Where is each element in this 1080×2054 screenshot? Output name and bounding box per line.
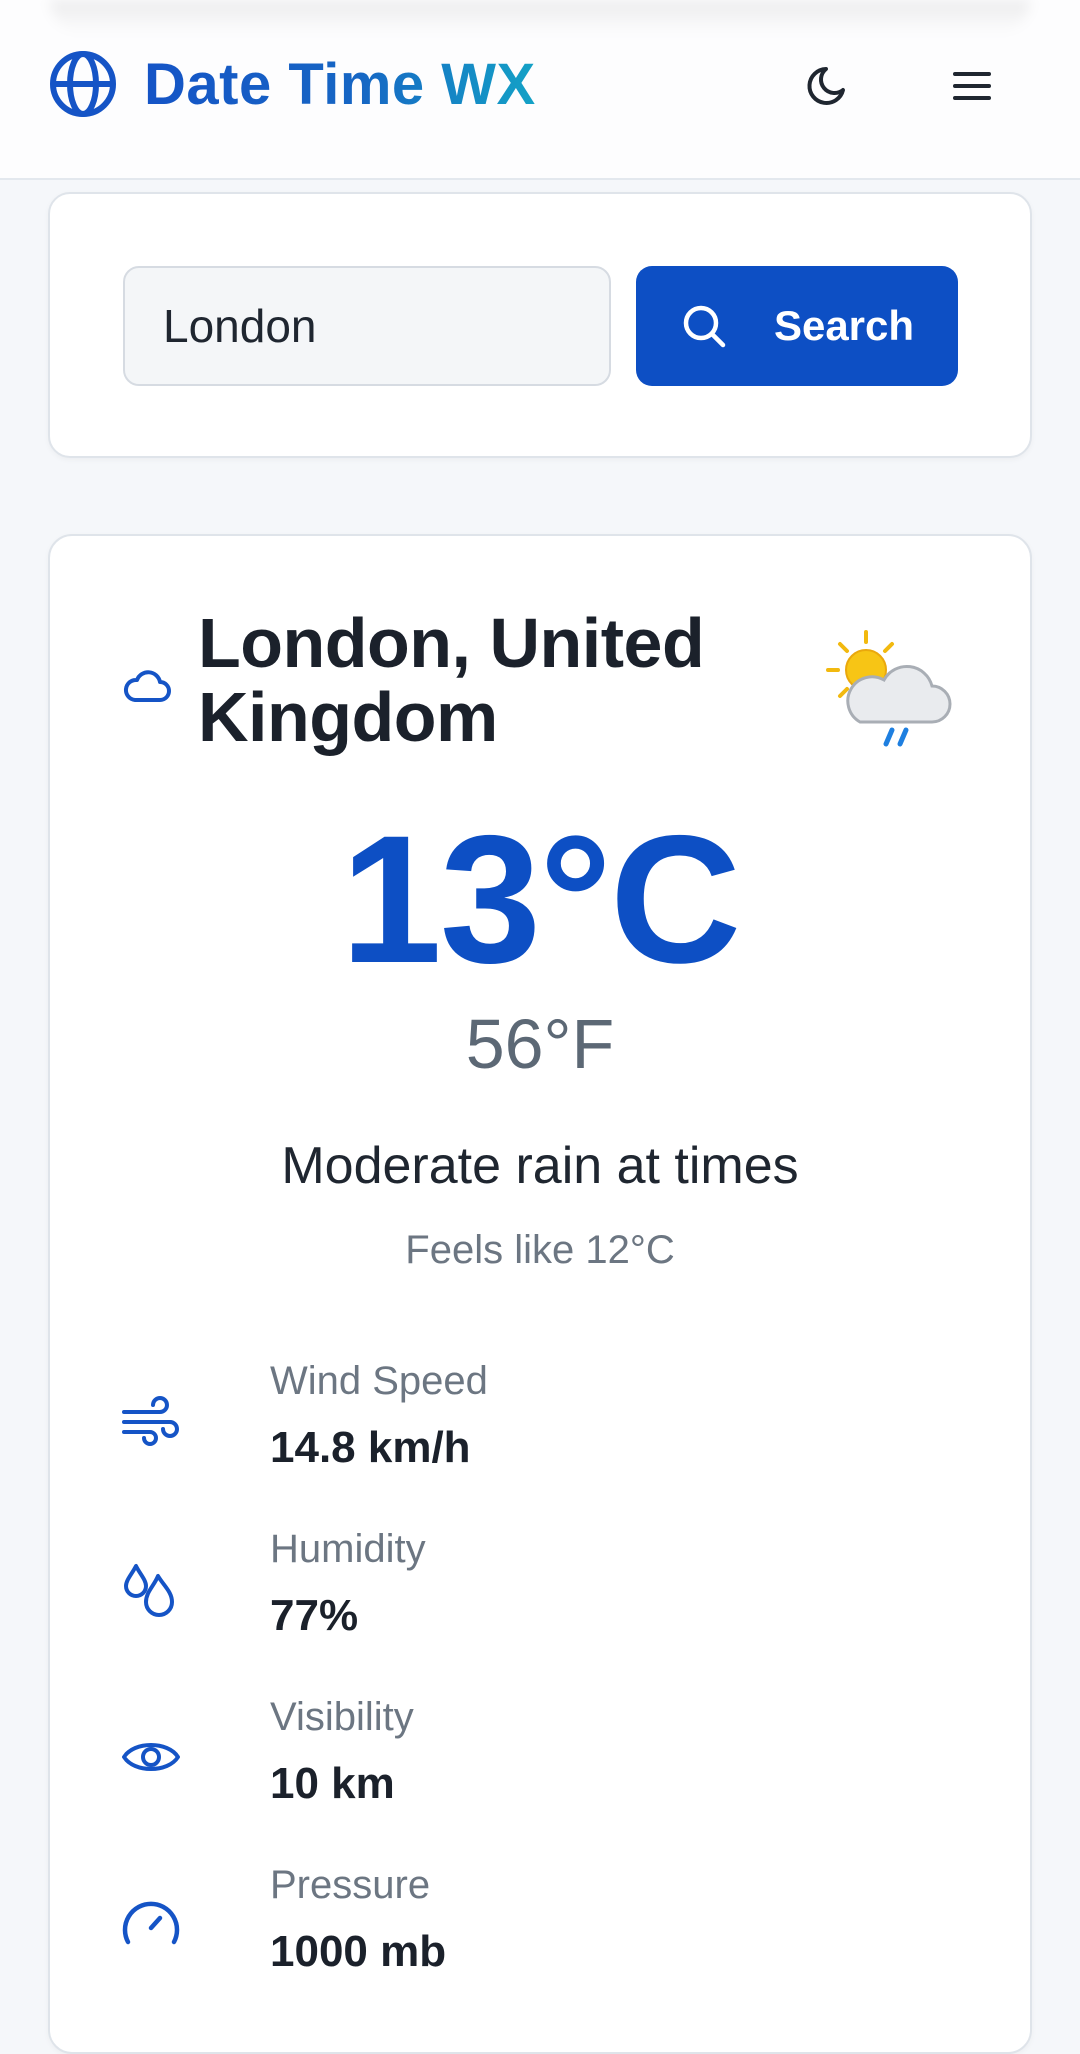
stat-label: Wind Speed — [270, 1359, 488, 1403]
condition-text: Moderate rain at times — [281, 1137, 799, 1195]
brand[interactable]: Date Time WX — [48, 48, 536, 120]
gauge-icon — [122, 1901, 180, 1945]
stat-visibility: Visibility 10 km — [120, 1692, 960, 1822]
menu-button[interactable] — [940, 54, 1004, 118]
stat-pressure: Pressure 1000 mb — [120, 1860, 960, 1990]
stat-value: 77% — [270, 1591, 359, 1640]
weather-card: London, United Kingdom 13°C 56°F Moderat… — [48, 534, 1032, 2054]
stat-humidity: Humidity 77% — [120, 1524, 960, 1654]
app-header: Date Time WX — [0, 0, 1080, 180]
stat-value: 1000 mb — [270, 1927, 447, 1976]
temperature-fahrenheit: 56°F — [465, 1005, 615, 1083]
search-button[interactable]: Search — [636, 266, 958, 386]
wind-icon — [122, 1396, 179, 1446]
brand-title: Date Time WX — [144, 51, 536, 117]
sun-behind-rain-cloud-icon — [826, 630, 952, 747]
search-card: Search — [48, 192, 1032, 458]
droplets-icon — [124, 1564, 174, 1617]
search-icon — [683, 305, 726, 348]
search-input[interactable] — [123, 266, 611, 386]
theme-toggle-button[interactable] — [796, 54, 860, 118]
temperature-celsius: 13°C — [340, 797, 742, 1001]
feels-like: Feels like 12°C — [405, 1228, 675, 1272]
header-shadow — [50, 0, 1030, 34]
globe-icon — [50, 51, 116, 117]
hamburger-menu-icon — [953, 72, 991, 100]
stat-label: Visibility — [270, 1695, 414, 1739]
eye-icon — [122, 1743, 180, 1771]
location-name: London, United Kingdom — [198, 604, 705, 756]
stat-label: Humidity — [270, 1527, 426, 1571]
cloud-icon — [124, 670, 171, 702]
stat-wind-speed: Wind Speed 14.8 km/h — [120, 1356, 960, 1486]
stat-value: 10 km — [270, 1759, 395, 1808]
moon-icon — [807, 67, 845, 105]
stat-label: Pressure — [270, 1863, 431, 1907]
stat-value: 14.8 km/h — [270, 1423, 471, 1472]
search-button-label: Search — [773, 302, 915, 349]
